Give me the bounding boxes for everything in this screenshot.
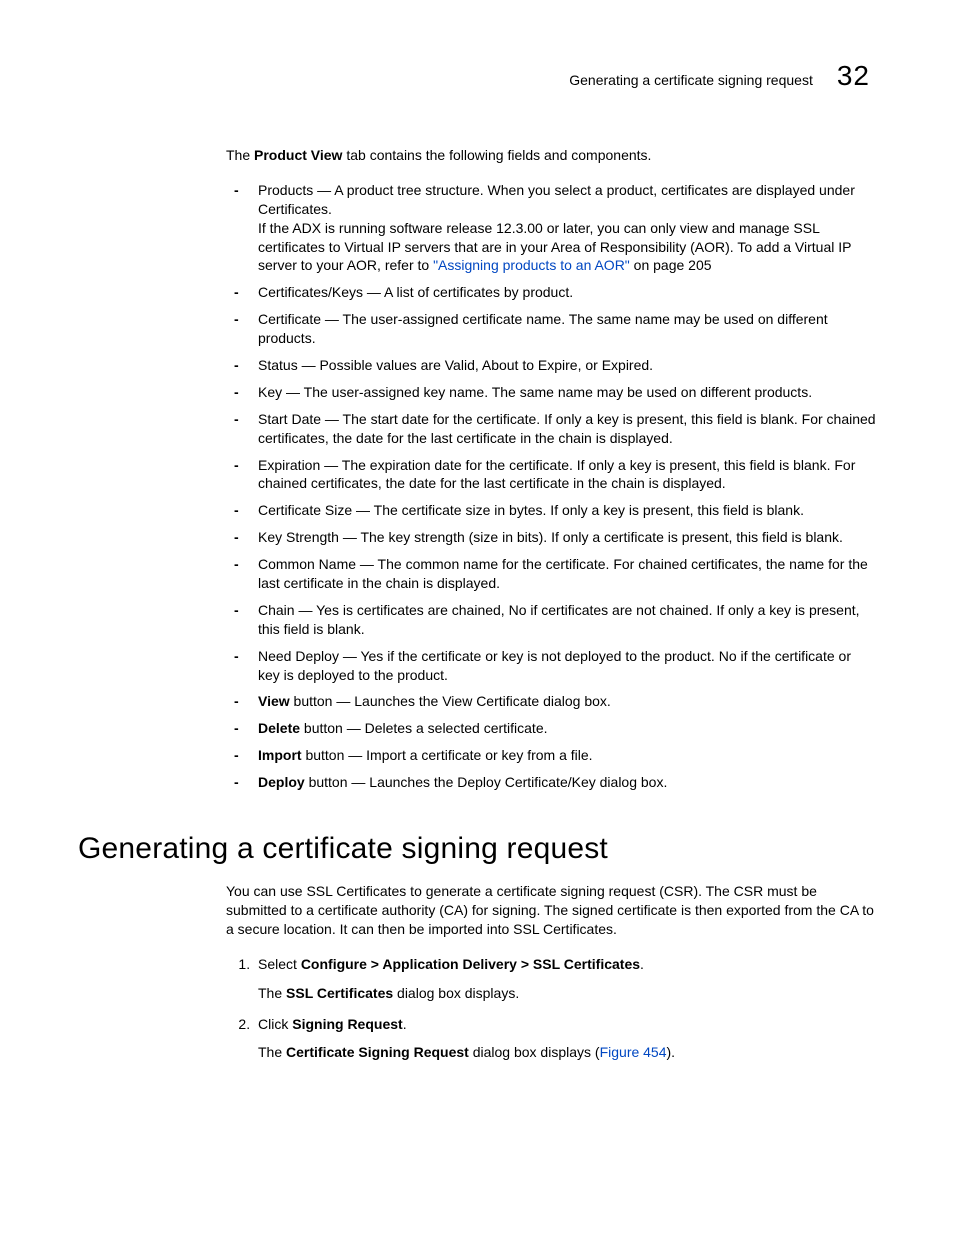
list-text: button — Deletes a selected certificate. xyxy=(300,720,547,736)
list-text: button — Import a certificate or key fro… xyxy=(302,747,593,763)
follow-pre: The xyxy=(258,985,286,1001)
follow-after-link: ). xyxy=(667,1044,676,1060)
step-pre: Click xyxy=(258,1016,292,1032)
list-bold: View xyxy=(258,693,290,709)
list-item: Status — Possible values are Valid, Abou… xyxy=(226,356,876,375)
running-title: Generating a certificate signing request xyxy=(569,72,813,88)
list-after-link: on page 205 xyxy=(630,257,712,273)
list-item: Certificate Size — The certificate size … xyxy=(226,501,876,520)
list-text: Key — The user-assigned key name. The sa… xyxy=(258,384,812,400)
list-item: Certificates/Keys — A list of certificat… xyxy=(226,283,876,302)
step-bold: Configure > Application Delivery > SSL C… xyxy=(301,956,640,972)
body-column: The Product View tab contains the follow… xyxy=(226,146,876,792)
step-item: Click Signing Request. The Certificate S… xyxy=(254,1015,876,1063)
list-text: Key Strength — The key strength (size in… xyxy=(258,529,843,545)
list-bold: Import xyxy=(258,747,302,763)
field-list: Products — A product tree structure. Whe… xyxy=(226,181,876,792)
running-header: Generating a certificate signing request… xyxy=(78,60,876,92)
figure-link[interactable]: Figure 454 xyxy=(600,1044,667,1060)
list-bold: Deploy xyxy=(258,774,305,790)
step-item: Select Configure > Application Delivery … xyxy=(254,955,876,1003)
section-heading: Generating a certificate signing request xyxy=(78,832,876,866)
follow-post: dialog box displays. xyxy=(393,985,519,1001)
aor-link[interactable]: "Assigning products to an AOR" xyxy=(433,257,630,273)
list-text: Certificate — The user-assigned certific… xyxy=(258,311,828,346)
list-item: View button — Launches the View Certific… xyxy=(226,692,876,711)
list-item: Deploy button — Launches the Deploy Cert… xyxy=(226,773,876,792)
list-item: Import button — Import a certificate or … xyxy=(226,746,876,765)
list-item: Key — The user-assigned key name. The sa… xyxy=(226,383,876,402)
intro-suffix: tab contains the following fields and co… xyxy=(342,147,651,163)
follow-bold: Certificate Signing Request xyxy=(286,1044,469,1060)
list-text: Status — Possible values are Valid, Abou… xyxy=(258,357,653,373)
follow-pre: The xyxy=(258,1044,286,1060)
step-follow: The Certificate Signing Request dialog b… xyxy=(258,1043,876,1062)
page: Generating a certificate signing request… xyxy=(0,0,954,1235)
list-text: Chain — Yes is certificates are chained,… xyxy=(258,602,860,637)
list-text: Products — A product tree structure. Whe… xyxy=(258,182,855,217)
list-item: Key Strength — The key strength (size in… xyxy=(226,528,876,547)
follow-bold: SSL Certificates xyxy=(286,985,393,1001)
step-follow: The SSL Certificates dialog box displays… xyxy=(258,984,876,1003)
step-bold: Signing Request xyxy=(292,1016,402,1032)
follow-post: dialog box displays ( xyxy=(469,1044,600,1060)
list-text: Need Deploy — Yes if the certificate or … xyxy=(258,648,851,683)
list-text: Start Date — The start date for the cert… xyxy=(258,411,876,446)
list-item: Start Date — The start date for the cert… xyxy=(226,410,876,448)
list-text: button — Launches the Deploy Certificate… xyxy=(305,774,668,790)
list-item: Expiration — The expiration date for the… xyxy=(226,456,876,494)
list-item: Common Name — The common name for the ce… xyxy=(226,555,876,593)
intro-bold: Product View xyxy=(254,147,342,163)
step-post: . xyxy=(403,1016,407,1032)
list-text: Expiration — The expiration date for the… xyxy=(258,457,855,492)
step-post: . xyxy=(640,956,644,972)
list-item: Chain — Yes is certificates are chained,… xyxy=(226,601,876,639)
intro-prefix: The xyxy=(226,147,254,163)
list-text: Common Name — The common name for the ce… xyxy=(258,556,868,591)
intro-paragraph: The Product View tab contains the follow… xyxy=(226,146,876,165)
step-pre: Select xyxy=(258,956,301,972)
list-item: Certificate — The user-assigned certific… xyxy=(226,310,876,348)
chapter-number: 32 xyxy=(837,60,870,92)
list-text: button — Launches the View Certificate d… xyxy=(290,693,611,709)
section-intro: You can use SSL Certificates to generate… xyxy=(226,882,876,939)
list-bold: Delete xyxy=(258,720,300,736)
list-item: Products — A product tree structure. Whe… xyxy=(226,181,876,275)
list-text: Certificates/Keys — A list of certificat… xyxy=(258,284,573,300)
steps-list: Select Configure > Application Delivery … xyxy=(226,955,876,1063)
list-text: Certificate Size — The certificate size … xyxy=(258,502,804,518)
list-item: Need Deploy — Yes if the certificate or … xyxy=(226,647,876,685)
list-item: Delete button — Deletes a selected certi… xyxy=(226,719,876,738)
